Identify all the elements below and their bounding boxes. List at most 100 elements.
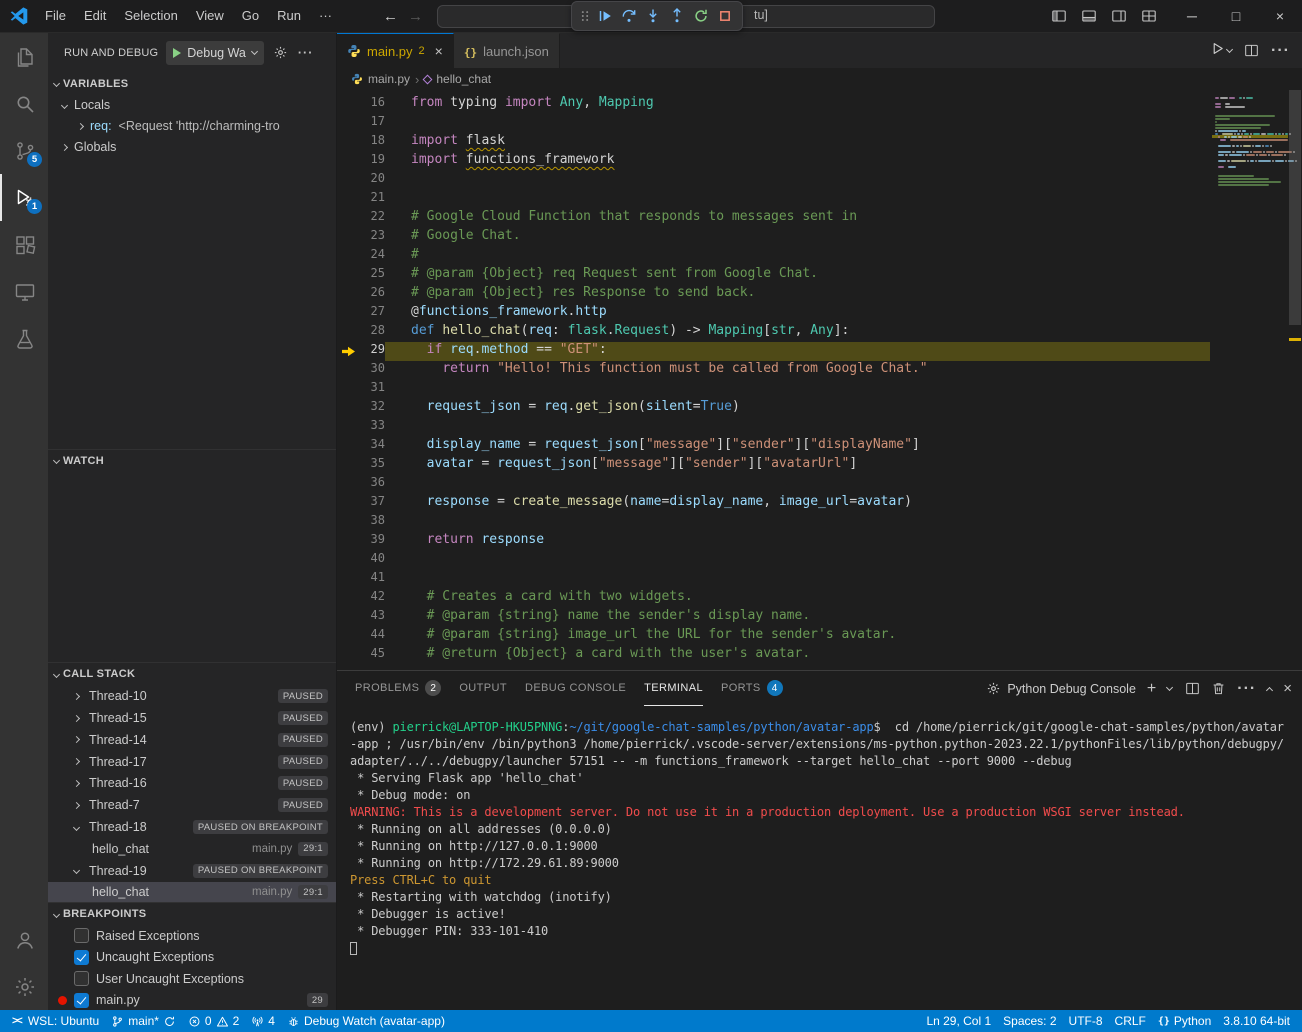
breakpoint-row[interactable]: Raised Exceptions [48, 925, 336, 947]
step-out-button[interactable] [666, 5, 688, 27]
activity-accounts[interactable] [0, 916, 48, 963]
code-line-17[interactable]: 17 [337, 114, 1210, 133]
menu-edit[interactable]: Edit [75, 4, 115, 28]
code-line-29[interactable]: 29 if req.method == "GET": [337, 342, 1210, 361]
scope-row[interactable]: Globals [48, 137, 336, 158]
panel-tab-output[interactable]: OUTPUT [459, 671, 507, 706]
code-line-20[interactable]: 20 [337, 171, 1210, 190]
callstack-thread[interactable]: Thread-15PAUSED [48, 707, 336, 729]
callstack-thread[interactable]: Thread-10PAUSED [48, 685, 336, 707]
minimize-button[interactable]: ─ [1170, 0, 1214, 32]
tab-launch-json[interactable]: {}launch.json [454, 33, 560, 68]
code-line-37[interactable]: 37 response = create_message(name=displa… [337, 494, 1210, 513]
go-back-button[interactable]: ← [383, 8, 398, 25]
panel-tab-debug-console[interactable]: DEBUG CONSOLE [525, 671, 626, 706]
menu-selection[interactable]: Selection [115, 4, 186, 28]
code-line-18[interactable]: 18import flask [337, 133, 1210, 152]
code-line-19[interactable]: 19import functions_framework [337, 152, 1210, 171]
code-line-43[interactable]: 43 # @param {string} name the sender's d… [337, 608, 1210, 627]
menu-go[interactable]: Go [233, 4, 268, 28]
activity-settings[interactable] [0, 963, 48, 1010]
toggle-secondary-sidebar-icon[interactable] [1104, 3, 1134, 29]
close-icon[interactable]: × [435, 43, 443, 59]
debug-settings-gear-icon[interactable] [272, 44, 290, 62]
variables-header[interactable]: VARIABLES [48, 73, 336, 95]
status-eol[interactable]: CRLF [1109, 1010, 1152, 1032]
code-line-16[interactable]: 16from typing import Any, Mapping [337, 95, 1210, 114]
step-into-button[interactable] [642, 5, 664, 27]
code-line-45[interactable]: 45 # @return {Object} a card with the us… [337, 646, 1210, 665]
code-line-22[interactable]: 22# Google Cloud Function that responds … [337, 209, 1210, 228]
customize-layout-icon[interactable] [1134, 3, 1164, 29]
maximize-panel-icon[interactable] [1266, 687, 1273, 694]
editor-scrollbar[interactable] [1288, 90, 1302, 670]
code-line-31[interactable]: 31 [337, 380, 1210, 399]
menu-more[interactable]: ··· [310, 4, 341, 28]
status-ports[interactable]: 4 [245, 1010, 281, 1032]
callstack-thread[interactable]: Thread-7PAUSED [48, 794, 336, 816]
status-cursor-position[interactable]: Ln 29, Col 1 [920, 1010, 997, 1032]
views-more-actions-icon[interactable]: ··· [298, 46, 314, 60]
status-encoding[interactable]: UTF-8 [1063, 1010, 1109, 1032]
activity-search[interactable] [0, 80, 48, 127]
breakpoint-row[interactable]: main.py29 [48, 990, 336, 1010]
callstack-thread[interactable]: Thread-16PAUSED [48, 773, 336, 795]
tab-main-py[interactable]: main.py2× [337, 33, 454, 68]
code-line-35[interactable]: 35 avatar = request_json["message"]["sen… [337, 456, 1210, 475]
close-button[interactable]: × [1258, 0, 1302, 32]
menu-file[interactable]: File [36, 4, 75, 28]
code-line-44[interactable]: 44 # @param {string} image_url the URL f… [337, 627, 1210, 646]
close-panel-icon[interactable]: × [1283, 680, 1292, 697]
activity-run-and-debug[interactable]: 1 [0, 174, 48, 221]
scrollbar-slider[interactable] [1289, 90, 1301, 325]
toggle-sidebar-icon[interactable] [1044, 3, 1074, 29]
breadcrumb-hello_chat[interactable]: hello_chat [424, 72, 491, 86]
menu-view[interactable]: View [187, 4, 233, 28]
status-debug-session[interactable]: Debug Watch (avatar-app) [281, 1010, 451, 1032]
menu-run[interactable]: Run [268, 4, 310, 28]
status-problems[interactable]: 02 [182, 1010, 245, 1032]
breakpoint-checkbox[interactable] [74, 971, 89, 986]
status-branch[interactable]: main* [105, 1010, 182, 1032]
breakpoint-checkbox[interactable] [74, 950, 89, 965]
code-line-34[interactable]: 34 display_name = request_json["message"… [337, 437, 1210, 456]
code-line-26[interactable]: 26# @param {Object} res Response to send… [337, 285, 1210, 304]
kill-terminal-button[interactable] [1211, 681, 1226, 696]
go-forward-button[interactable]: → [408, 8, 423, 25]
breakpoint-checkbox[interactable] [74, 993, 89, 1008]
new-terminal-button[interactable]: + [1147, 681, 1156, 697]
toggle-panel-icon[interactable] [1074, 3, 1104, 29]
code-line-28[interactable]: 28def hello_chat(req: flask.Request) -> … [337, 323, 1210, 342]
code-line-33[interactable]: 33 [337, 418, 1210, 437]
panel-tab-problems[interactable]: PROBLEMS2 [355, 671, 441, 706]
code-line-25[interactable]: 25# @param {Object} req Request sent fro… [337, 266, 1210, 285]
restart-button[interactable] [690, 5, 712, 27]
terminal-profiles-dropdown-icon[interactable] [1166, 683, 1173, 690]
activity-extensions[interactable] [0, 221, 48, 268]
code-line-42[interactable]: 42 # Creates a card with two widgets. [337, 589, 1210, 608]
scope-row[interactable]: Locals [48, 95, 336, 116]
launch-config-select[interactable]: Debug Wa [166, 41, 264, 65]
status-interpreter[interactable]: 3.8.10 64-bit [1217, 1010, 1296, 1032]
variable-row[interactable]: req:<Request 'http://charming-tro [48, 116, 336, 137]
status-indentation[interactable]: Spaces: 2 [997, 1010, 1062, 1032]
code-line-36[interactable]: 36 [337, 475, 1210, 494]
activity-remote-explorer[interactable] [0, 268, 48, 315]
code-line-27[interactable]: 27@functions_framework.http [337, 304, 1210, 323]
code-line-38[interactable]: 38 [337, 513, 1210, 532]
status-language[interactable]: {}Python [1152, 1010, 1217, 1032]
panel-tab-terminal[interactable]: TERMINAL [644, 671, 703, 706]
breakpoint-row[interactable]: User Uncaught Exceptions [48, 968, 336, 990]
watch-header[interactable]: WATCH [48, 450, 336, 472]
editor-more-actions-icon[interactable]: ··· [1271, 42, 1290, 60]
split-terminal-button[interactable] [1185, 681, 1200, 696]
code-line-23[interactable]: 23# Google Chat. [337, 228, 1210, 247]
stop-button[interactable] [714, 5, 736, 27]
activity-testing[interactable] [0, 315, 48, 362]
code-line-39[interactable]: 39 return response [337, 532, 1210, 551]
step-over-button[interactable] [618, 5, 640, 27]
run-python-file-button[interactable] [1210, 41, 1232, 61]
maximize-button[interactable]: □ [1214, 0, 1258, 32]
code-line-32[interactable]: 32 request_json = req.get_json(silent=Tr… [337, 399, 1210, 418]
breakpoints-header[interactable]: BREAKPOINTS [48, 903, 336, 925]
